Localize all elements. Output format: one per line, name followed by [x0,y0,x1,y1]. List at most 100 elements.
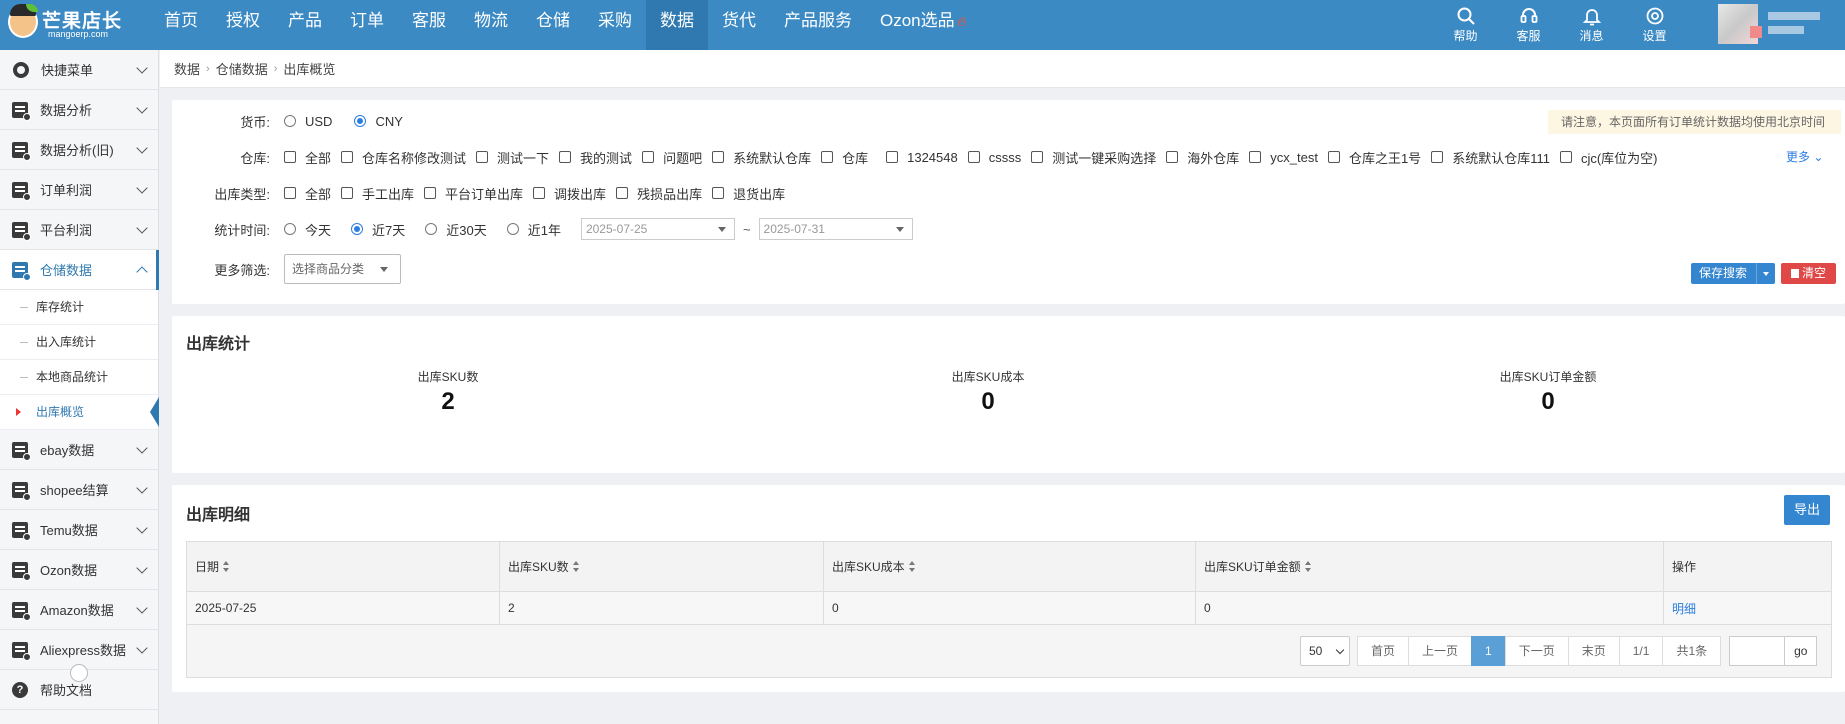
sidebar-sub-inventory-stats[interactable]: 库存统计 [0,290,158,325]
message-tool[interactable]: 消息 [1560,0,1623,50]
nav-home[interactable]: 首页 [150,0,212,50]
warehouse-option[interactable]: 测试一键采购选择 [1031,148,1156,167]
help-tool[interactable]: 帮助 [1434,0,1497,50]
warehouse-option[interactable]: 1324548 [886,150,958,165]
time-30d[interactable]: 近30天 [425,220,487,239]
nav-auth[interactable]: 授权 [212,0,274,50]
nav-logistics[interactable]: 物流 [460,0,522,50]
page-go-button[interactable]: go [1785,636,1818,666]
page-jump-input[interactable] [1729,636,1786,666]
sort-icon[interactable] [908,561,916,572]
sort-icon[interactable] [1304,561,1312,572]
warehouse-option[interactable]: 测试一下 [476,148,549,167]
radio[interactable] [351,223,364,235]
radio[interactable] [425,223,438,235]
checkbox[interactable] [424,187,437,199]
col-sku-count[interactable]: 出库SKU数 [500,542,824,591]
nav-data[interactable]: 数据 [646,0,708,50]
page-last-button[interactable]: 末页 [1567,636,1620,666]
warehouse-option[interactable]: 我的测试 [559,148,632,167]
warehouse-option[interactable]: 全部 [284,148,331,167]
sidebar-sub-inout-stats[interactable]: 出入库统计 [0,325,158,360]
type-option[interactable]: 退货出库 [712,184,785,203]
type-option[interactable]: 全部 [284,184,331,203]
sidebar-item-data-analysis-old[interactable]: 数据分析(旧) [0,130,158,170]
more-warehouses-link[interactable]: 更多 ⌄ [1786,148,1823,165]
type-option[interactable]: 调拨出库 [533,184,606,203]
category-select[interactable]: 选择商品分类 [284,254,401,284]
currency-cny[interactable]: CNY [354,114,403,129]
radio[interactable] [284,223,296,235]
warehouse-option[interactable]: ycx_test [1249,150,1318,165]
date-end-input[interactable]: 2025-07-31 [758,218,913,240]
currency-usd[interactable]: USD [284,114,332,129]
nav-warehouse[interactable]: 仓储 [522,0,584,50]
save-search-dropdown[interactable] [1756,263,1775,284]
nav-purchase[interactable]: 采购 [584,0,646,50]
warehouse-option[interactable]: 系统默认仓库111 [1431,148,1550,167]
nav-forwarder[interactable]: 货代 [708,0,770,50]
settings-tool[interactable]: 设置 [1623,0,1686,50]
sort-icon[interactable] [572,561,580,572]
checkbox[interactable] [1249,151,1262,163]
warehouse-option[interactable]: 仓库之王1号 [1327,148,1421,167]
checkbox[interactable] [1559,151,1572,163]
checkbox[interactable] [821,151,834,163]
nav-ozon-selection[interactable]: Ozon选品 🔥︎ [866,0,981,50]
clear-button[interactable]: 清空 [1781,263,1836,284]
col-date[interactable]: 日期 [187,542,500,591]
sidebar-item-ebay-data[interactable]: ebay数据 [0,430,158,470]
save-search-button[interactable]: 保存搜索 [1691,263,1775,284]
checkbox[interactable] [533,187,546,199]
time-today[interactable]: 今天 [284,220,331,239]
checkbox[interactable] [1431,151,1444,163]
user-name-blurred[interactable] [1768,12,1820,20]
page-first-button[interactable]: 首页 [1357,636,1410,666]
sidebar-item-quick-menu[interactable]: 快捷菜单 [0,50,158,90]
checkbox[interactable] [712,187,725,199]
sidebar-item-platform-profit[interactable]: 平台利润 [0,210,158,250]
checkbox[interactable] [616,187,629,199]
time-7d[interactable]: 近7天 [351,220,405,239]
radio[interactable] [284,115,296,127]
checkbox[interactable] [559,151,572,163]
type-option[interactable]: 平台订单出库 [424,184,523,203]
avatar[interactable] [1718,4,1762,44]
checkbox[interactable] [712,151,725,163]
checkbox[interactable] [284,187,296,199]
detail-link[interactable]: 明细 [1672,600,1696,617]
nav-service[interactable]: 客服 [398,0,460,50]
sidebar-item-order-profit[interactable]: 订单利润 [0,170,158,210]
checkbox[interactable] [284,151,296,163]
sidebar-item-temu-data[interactable]: Temu数据 [0,510,158,550]
sidebar-item-warehouse-data[interactable]: 仓储数据 [0,250,159,290]
date-start-input[interactable]: 2025-07-25 [580,218,735,240]
checkbox[interactable] [1166,151,1179,163]
checkbox[interactable] [341,151,354,163]
sidebar-sub-outbound-overview[interactable]: 出库概览 [0,395,159,430]
warehouse-option[interactable]: cssss [967,150,1021,165]
brand-logo[interactable]: 芒果店长 mangoerp.com [8,4,158,46]
breadcrumb-data[interactable]: 数据 [174,59,200,78]
checkbox[interactable] [642,151,655,163]
sidebar-item-shopee-settlement[interactable]: shopee结算 [0,470,158,510]
export-button[interactable]: 导出 [1784,495,1830,525]
sidebar-item-data-analysis[interactable]: 数据分析 [0,90,158,130]
checkbox[interactable] [476,151,489,163]
checkbox[interactable] [341,187,354,199]
sidebar-item-amazon-data[interactable]: Amazon数据 [0,590,158,630]
checkbox[interactable] [1031,151,1044,163]
sidebar-sub-local-product-stats[interactable]: 本地商品统计 [0,360,158,395]
page-next-button[interactable]: 下一页 [1504,636,1569,666]
breadcrumb-warehouse-data[interactable]: 仓储数据 [216,59,268,78]
sort-icon[interactable] [223,561,230,572]
warehouse-option[interactable]: 仓库 [821,148,868,167]
time-1y[interactable]: 近1年 [506,220,561,239]
type-option[interactable]: 残损品出库 [616,184,702,203]
nav-product-service[interactable]: 产品服务 [770,0,866,50]
page-size-select[interactable]: 50 [1300,636,1350,666]
sidebar-item-ozon-data[interactable]: Ozon数据 [0,550,158,590]
nav-order[interactable]: 订单 [336,0,398,50]
sidebar-collapse-button[interactable] [70,664,88,682]
col-sku-cost[interactable]: 出库SKU成本 [824,542,1196,591]
